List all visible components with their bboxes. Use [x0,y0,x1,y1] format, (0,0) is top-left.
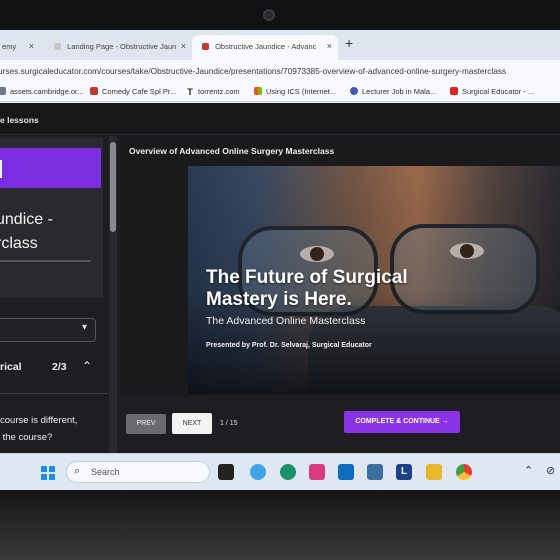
screen: emy × Landing Page - Obstructive Jaun × … [0,30,560,490]
tab-previous[interactable]: emy × [0,35,40,60]
course-banner [0,148,101,188]
taskbar-search[interactable]: ⌕ Search [66,461,210,483]
lesson-title: Overview of Advanced Online Surgery Mast… [129,146,335,156]
bookmark-item[interactable]: Comedy Cafe Spl Pr... [90,87,176,96]
bookmark-item[interactable]: assets.cambridge.or... [0,87,83,96]
outlook-icon[interactable] [338,464,354,480]
windows-taskbar: ⌕ Search L ⌃ ⊘ [0,453,560,490]
new-tab-button[interactable]: + [345,35,353,51]
bookmark-youtube-icon [450,87,458,95]
chevron-up-icon[interactable]: ⌃ [82,359,92,373]
close-tab-icon[interactable]: × [29,41,34,51]
course-player: e lessons undice - rclass ▾ rical 2/3 ⌃ … [0,103,560,463]
chapter-select[interactable]: ▾ [0,318,96,342]
banner-mark [0,160,2,178]
module-count: 2/3 [52,361,67,373]
bookmark-item[interactable]: Using ICS (Internet... [254,87,336,96]
page-favicon-icon [54,43,61,50]
task-view-icon[interactable] [218,464,234,480]
close-tab-icon[interactable]: × [327,41,332,51]
course-card: undice - rclass [0,138,103,298]
chrome-icon[interactable] [456,464,472,480]
lesson-content: Overview of Advanced Online Surgery Mast… [120,136,560,463]
bookmark-item[interactable]: Ttorrentz.com [186,87,240,97]
divider [0,393,108,394]
slide-subtitle: The Advanced Online Masterclass [206,315,366,327]
address-bar[interactable]: urses.surgicaleducator.com/courses/take/… [0,60,560,84]
scrollbar-thumb[interactable] [110,142,116,232]
windows-start-icon[interactable] [41,466,55,480]
lesson-item[interactable]: course is different, the course? [0,412,77,446]
copilot-icon[interactable] [250,464,266,480]
search-placeholder: Search [91,467,120,477]
file-explorer-icon[interactable] [426,464,442,480]
course-header: e lessons [0,103,560,135]
bookmark-item[interactable]: Lecturer Job in Mala... [350,87,436,96]
bookmark-globe-icon [350,87,358,95]
search-icon: ⌕ [74,465,81,477]
slide-presenter: Presented by Prof. Dr. Selvaraj, Surgica… [206,342,372,349]
tab-label: emy [2,42,17,51]
tab-landing-page[interactable]: Landing Page - Obstructive Jaun × [44,35,192,60]
app-icon[interactable] [367,464,383,480]
slide-pager: 1 / 15 [220,420,238,427]
site-favicon-icon [202,43,209,50]
lessons-sidebar: undice - rclass ▾ rical 2/3 ⌃ course is … [0,136,118,463]
bookmark-t-icon: T [186,87,194,97]
bookmark-globe-icon [0,87,6,95]
sidebar-scrollbar[interactable] [109,136,117,463]
module-name: rical [0,361,22,373]
presentation-slide: The Future of Surgical Mastery is Here. … [188,166,560,394]
edge-icon[interactable] [280,464,296,480]
close-tab-icon[interactable]: × [181,41,186,51]
chevron-up-icon[interactable]: ⌃ [524,464,533,477]
course-title: undice - rclass [0,211,53,252]
tab-strip: emy × Landing Page - Obstructive Jaun × … [0,30,560,60]
bookmark-item[interactable]: Surgical Educator - ... [450,87,534,96]
chevron-down-icon: ▾ [81,322,87,333]
slide-headline: The Future of Surgical Mastery is Here. [206,267,408,310]
tab-obstructive-jaundice[interactable]: Obstructive Jaundice - Advanc × [192,35,338,60]
complete-continue-button[interactable]: COMPLETE & CONTINUE → [344,411,460,433]
tab-label: Landing Page - Obstructive Jaun [67,42,177,51]
module-header[interactable]: rical 2/3 ⌃ [0,359,108,379]
store-icon[interactable] [309,464,325,480]
app-l-icon[interactable]: L [396,464,412,480]
bookmarks-bar: assets.cambridge.or... Comedy Cafe Spl P… [0,84,560,102]
progress-bar [0,260,91,262]
webcam [263,9,275,21]
url-text[interactable]: urses.surgicaleducator.com/courses/take/… [0,66,506,76]
bookmark-windows-icon [254,87,262,95]
next-button[interactable]: NEXT [172,413,212,434]
network-icon[interactable]: ⊘ [546,464,555,477]
tab-label: Obstructive Jaundice - Advanc [215,42,317,51]
bookmark-favicon-icon [90,87,98,95]
laptop-deck [0,490,560,560]
all-lessons-link[interactable]: e lessons [0,115,39,125]
prev-button[interactable]: PREV [126,414,166,434]
